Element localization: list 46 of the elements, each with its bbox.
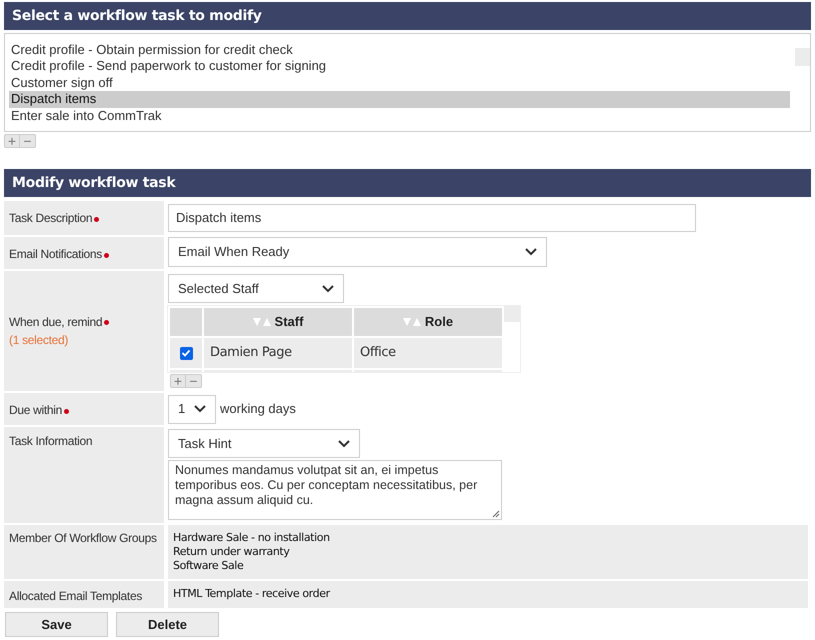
list-item[interactable]: Dispatch items xyxy=(9,91,790,108)
column-header[interactable]: Staff xyxy=(204,308,352,336)
unit-label: working days xyxy=(220,400,296,418)
dropdown[interactable]: Task Hint xyxy=(168,429,360,458)
chevron-down-icon xyxy=(322,284,334,292)
dropdown[interactable]: Selected Staff xyxy=(168,274,344,303)
selection-count: (1 selected) xyxy=(9,332,70,349)
add-button[interactable]: + xyxy=(4,134,20,148)
scrollbar-thumb[interactable] xyxy=(795,48,810,66)
field-label: Allocated Email Templates xyxy=(4,581,164,608)
header-cell xyxy=(170,308,202,336)
group-name: Software Sale xyxy=(173,559,244,573)
resize-handle-icon[interactable] xyxy=(492,510,500,518)
field-label: Task Information xyxy=(4,427,164,523)
section-header: Select a workflow task to modify xyxy=(4,2,811,30)
text-field[interactable]: Dispatch items xyxy=(168,204,696,232)
field-label: Task Description xyxy=(4,201,164,235)
sort-icon xyxy=(252,318,271,326)
table-cell: Office xyxy=(354,338,502,368)
field-label: When due, remind (1 selected) xyxy=(4,271,164,391)
action-button[interactable]: Delete xyxy=(116,612,219,637)
list-item[interactable]: Customer sign off xyxy=(9,74,790,92)
chevron-down-icon xyxy=(525,248,537,256)
chevron-down-icon xyxy=(338,440,350,448)
table-cell: Damien Page xyxy=(204,338,352,368)
group-name: Return under warranty xyxy=(173,545,290,559)
section-header: Modify workflow task xyxy=(4,169,811,197)
template-name: HTML Template - receive order xyxy=(173,587,332,601)
group-name: Hardware Sale - no installation xyxy=(173,531,331,545)
sort-icon xyxy=(402,318,421,326)
column-header[interactable]: Role xyxy=(354,308,502,336)
dropdown[interactable]: Email When Ready xyxy=(168,237,547,267)
action-button[interactable]: Save xyxy=(5,612,108,637)
checkbox[interactable] xyxy=(180,346,192,360)
chevron-down-icon xyxy=(194,405,206,413)
text-area[interactable]: Nonumes mandamus volutpat sit an, ei impetus temporibus eos. Cu per conceptam necessitatibus, per magna assum aliquid cu. xyxy=(168,460,502,520)
list-item[interactable]: Credit profile - Obtain permission for credit check xyxy=(9,42,790,58)
field-label: Member Of Workflow Groups xyxy=(4,525,164,579)
add-button[interactable]: + xyxy=(170,374,186,388)
list-item[interactable]: Enter sale into CommTrak xyxy=(9,108,790,125)
list-item[interactable]: Credit profile - Send paperwork to customer for signing xyxy=(9,58,790,75)
dropdown[interactable]: 1 xyxy=(168,394,216,424)
remove-button[interactable]: − xyxy=(186,374,202,388)
remove-button[interactable]: − xyxy=(20,134,36,148)
field-label: Email Notifications xyxy=(4,237,164,269)
field-label: Due within xyxy=(4,393,164,425)
